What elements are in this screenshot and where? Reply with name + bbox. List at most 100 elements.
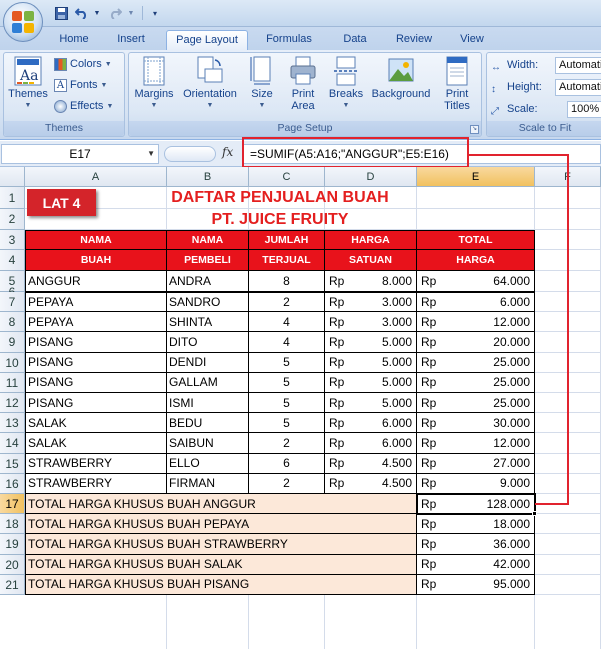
cell-total[interactable]: Rp 25.000 [417, 352, 535, 373]
cell-jumlah[interactable]: 5 [249, 393, 325, 414]
row-header-13[interactable]: 13 [0, 413, 25, 434]
cell-buah[interactable]: PISANG [25, 352, 167, 373]
tab-page-layout[interactable]: Page Layout [166, 30, 248, 50]
cell-total[interactable]: Rp 64.000 [417, 271, 535, 292]
fill-handle[interactable] [532, 511, 537, 517]
scale-spinner[interactable]: 100% [567, 101, 601, 118]
orientation-button[interactable]: Orientation ▼ [179, 56, 241, 112]
cell-total[interactable]: Rp 30.000 [417, 413, 535, 434]
column-header-c[interactable]: C [249, 167, 325, 187]
cell-pembeli[interactable]: GALLAM [167, 372, 249, 393]
formula-bar-splitter[interactable] [164, 146, 216, 162]
summary-total[interactable]: Rp 128.000 [417, 494, 535, 515]
cell-harga[interactable]: Rp 3.000 [325, 292, 417, 313]
cell-jumlah[interactable]: 4 [249, 332, 325, 353]
tab-data[interactable]: Data [334, 30, 376, 50]
row-header-2[interactable]: 2 [0, 209, 25, 230]
summary-total[interactable]: Rp 42.000 [417, 554, 535, 575]
page-setup-launcher-icon[interactable]: ↘ [470, 125, 479, 134]
cell-total[interactable]: Rp 25.000 [417, 372, 535, 393]
cell-buah[interactable]: PISANG [25, 393, 167, 414]
cell-buah[interactable]: PISANG [25, 372, 167, 393]
name-box[interactable]: E17 ▼ [1, 144, 159, 164]
row-header-21[interactable]: 21 [0, 574, 25, 595]
row-header-20[interactable]: 20 [0, 554, 25, 575]
cell-pembeli[interactable]: BEDU [167, 413, 249, 434]
cell-pembeli[interactable]: SHINTA [167, 312, 249, 333]
effects-button[interactable]: Effects ▼ [54, 98, 113, 115]
fonts-button[interactable]: A Fonts ▼ [54, 77, 107, 94]
cell-jumlah[interactable]: 5 [249, 352, 325, 373]
cell-jumlah[interactable]: 4 [249, 312, 325, 333]
summary-total[interactable]: Rp 18.000 [417, 514, 535, 535]
row-header-19[interactable]: 19 [0, 534, 25, 555]
height-select[interactable]: Automatic [555, 79, 601, 96]
cell-pembeli[interactable]: SANDRO [167, 292, 249, 313]
select-all-corner[interactable] [0, 167, 25, 187]
row-header-12[interactable]: 12 [0, 393, 25, 414]
row-header-11[interactable]: 11 [0, 372, 25, 393]
print-titles-button[interactable]: Print Titles [437, 56, 477, 112]
column-header-a[interactable]: A [25, 167, 167, 187]
office-button[interactable] [3, 2, 43, 42]
cell-buah[interactable]: STRAWBERRY [25, 453, 167, 474]
cell-jumlah[interactable]: 6 [249, 453, 325, 474]
cell-total[interactable]: Rp 12.000 [417, 312, 535, 333]
row-header-9[interactable]: 9 [0, 332, 25, 353]
cell-harga[interactable]: Rp 5.000 [325, 393, 417, 414]
themes-button[interactable]: Aa Themes ▼ [6, 56, 50, 112]
column-header-f[interactable]: F [535, 167, 601, 187]
cell-total[interactable]: Rp 25.000 [417, 393, 535, 414]
summary-total[interactable]: Rp 36.000 [417, 534, 535, 555]
cell-buah[interactable]: STRAWBERRY [25, 473, 167, 494]
cell-harga[interactable]: Rp 5.000 [325, 332, 417, 353]
column-header-e[interactable]: E [417, 167, 535, 187]
cell-harga[interactable]: Rp 6.000 [325, 413, 417, 434]
cell-harga[interactable]: Rp 4.500 [325, 473, 417, 494]
formula-input[interactable]: =SUMIF(A5:A16;"ANGGUR";E5:E16) [242, 144, 601, 164]
cell-buah[interactable]: SALAK [25, 413, 167, 434]
colors-button[interactable]: Colors ▼ [54, 56, 112, 73]
cell-pembeli[interactable]: SAIBUN [167, 433, 249, 454]
undo-dropdown-icon[interactable]: ▼ [88, 4, 106, 22]
cell-buah[interactable]: SALAK [25, 433, 167, 454]
row-header-14[interactable]: 14 [0, 433, 25, 454]
tab-insert[interactable]: Insert [106, 30, 156, 50]
cell-harga[interactable]: Rp 5.000 [325, 372, 417, 393]
row-header-4[interactable]: 4 [0, 250, 25, 271]
cell-buah[interactable]: ANGGUR [25, 271, 167, 292]
row-header-10[interactable]: 10 [0, 352, 25, 373]
summary-total[interactable]: Rp 95.000 [417, 574, 535, 595]
tab-review[interactable]: Review [386, 30, 442, 50]
background-button[interactable]: Background [369, 56, 433, 100]
cell-total[interactable]: Rp 12.000 [417, 433, 535, 454]
row-header-3[interactable]: 3 [0, 230, 25, 250]
cell-pembeli[interactable]: FIRMAN [167, 473, 249, 494]
tab-view[interactable]: View [450, 30, 494, 50]
cell-harga[interactable]: Rp 3.000 [325, 312, 417, 333]
cell-total[interactable]: Rp 9.000 [417, 473, 535, 494]
cell-buah[interactable]: PISANG [25, 332, 167, 353]
cell-pembeli[interactable]: ELLO [167, 453, 249, 474]
worksheet[interactable]: ABCDEF123456789101112131415161718192021L… [0, 154, 601, 649]
cell-total[interactable]: Rp 20.000 [417, 332, 535, 353]
row-header-15[interactable]: 15 [0, 453, 25, 474]
row-header-1[interactable]: 1 [0, 187, 25, 209]
cell-pembeli[interactable]: DITO [167, 332, 249, 353]
breaks-button[interactable]: Breaks ▼ [327, 56, 365, 112]
margins-button[interactable]: Margins ▼ [131, 56, 177, 112]
cell-total[interactable]: Rp 27.000 [417, 453, 535, 474]
cell-jumlah[interactable]: 8 [249, 271, 325, 292]
cell-jumlah[interactable]: 5 [249, 372, 325, 393]
cell-harga[interactable]: Rp 4.500 [325, 453, 417, 474]
tab-home[interactable]: Home [50, 30, 98, 50]
save-icon[interactable] [52, 4, 70, 22]
row-header-8[interactable]: 8 [0, 312, 25, 333]
insert-function-icon[interactable]: fx [222, 145, 233, 159]
cell-harga[interactable]: Rp 8.000 [325, 271, 417, 292]
cell-jumlah[interactable]: 2 [249, 433, 325, 454]
size-button[interactable]: Size ▼ [247, 56, 277, 112]
print-area-button[interactable]: Print Area [285, 56, 321, 112]
column-header-b[interactable]: B [167, 167, 249, 187]
width-select[interactable]: Automatic [555, 57, 601, 74]
